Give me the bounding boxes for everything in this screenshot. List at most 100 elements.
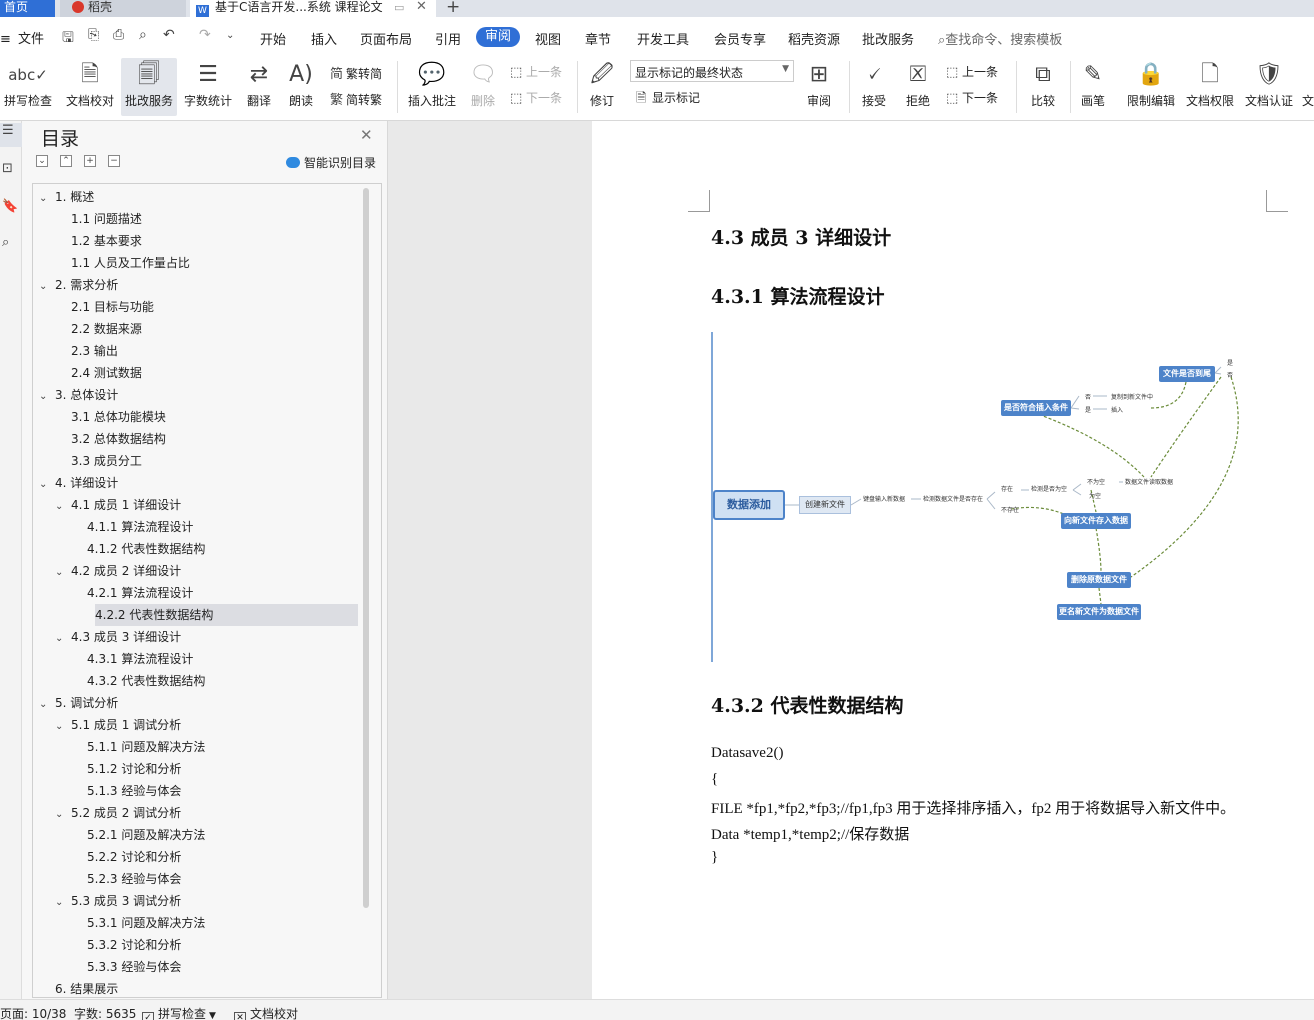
bookmark-icon[interactable]: 🔖 [0,199,22,223]
toc-item[interactable]: 5.1.1 问题及解决方法 [71,736,358,758]
trad-to-simp-button[interactable]: 简繁转简 [330,63,382,82]
tab-correction[interactable]: 批改服务 [862,29,914,48]
doc-proofread-status[interactable]: ✕ 文档校对 [234,1005,298,1020]
toc-item[interactable]: 1.2 基本要求 [55,230,358,252]
doc-certification-button[interactable]: 🛡 文档认证 [1242,58,1296,116]
tab-developer[interactable]: 开发工具 [637,29,689,48]
find-icon[interactable]: ⌕ [0,235,22,259]
chevron-down-icon[interactable]: ⌄ [55,804,71,826]
toc-item[interactable]: ⌄ 4.1 成员 1 详细设计 [55,494,358,516]
accept-button[interactable]: 🗸 接受 [856,58,892,116]
expand-all-icon[interactable]: ⌄ [36,155,48,167]
doc-permissions-button[interactable]: 🗋 文档权限 [1184,58,1236,116]
delete-comment-button[interactable]: 🗨 删除 [464,58,502,116]
tab-references[interactable]: 引用 [435,29,461,48]
toc-item[interactable]: 3.1 总体功能模块 [55,406,358,428]
toc-item[interactable]: ⌄ 5.2 成员 2 调试分析 [55,802,358,824]
page-indicator[interactable]: 页面: 10/38 [0,1005,66,1020]
chevron-down-icon[interactable]: ⌄ [55,628,71,650]
toc-item[interactable]: 3.2 总体数据结构 [55,428,358,450]
toc-item[interactable]: 4.3.1 算法流程设计 [71,648,358,670]
read-aloud-button[interactable]: A) 朗读 [284,58,318,116]
command-search[interactable]: ⌕查找命令、搜索模板 [938,29,1062,48]
chevron-down-icon[interactable]: ⌄ [39,188,55,210]
compare-button[interactable]: ⧉ 比较 [1024,58,1062,116]
toc-item[interactable]: 5.3.2 讨论和分析 [71,934,358,956]
next-change-button[interactable]: ⬚ 下一条 [946,89,998,106]
toc-item[interactable]: 5.2.2 讨论和分析 [71,846,358,868]
chevron-down-icon[interactable]: ⌄ [39,386,55,408]
restrict-editing-button[interactable]: 🔒 限制编辑 [1124,58,1178,116]
tab-member[interactable]: 会员专享 [714,29,766,48]
simp-to-trad-button[interactable]: 繁简转繁 [330,89,382,108]
toc-item[interactable]: ⌄ 5. 调试分析 [39,692,358,714]
tab-document[interactable]: W 基于C语言开发...系统 课程论文 ▭ ✕ [190,0,436,17]
toc-item[interactable]: 2.2 数据来源 [55,318,358,340]
toc-item[interactable]: ⌄ 3. 总体设计 [39,384,358,406]
chevron-down-icon[interactable]: ⌄ [55,496,71,518]
tab-insert[interactable]: 插入 [311,29,337,48]
toc-item[interactable]: 5.1.3 经验与体会 [71,780,358,802]
toc-item[interactable]: 1.1 人员及工作量占比 [55,252,358,274]
toc-item[interactable]: ⌄ 2. 需求分析 [39,274,358,296]
print-preview-icon[interactable]: ⌕ [139,27,147,43]
spell-check-status[interactable]: ✓ 拼写检查 ▼ [142,1005,216,1020]
doc-proofread-button[interactable]: 🗎 文档校对 [64,58,116,116]
smart-toc-button[interactable]: 智能识别目录 [286,154,376,171]
toc-item[interactable]: 2.4 测试数据 [55,362,358,384]
toc-item[interactable]: 4.1.1 算法流程设计 [71,516,358,538]
toc-item[interactable]: 4.1.2 代表性数据结构 [71,538,358,560]
redo-icon[interactable]: ↷ [199,27,211,43]
toc-item[interactable]: ⌄ 4.2 成员 2 详细设计 [55,560,358,582]
show-markup-button[interactable]: 🗎 显示标记 [636,89,700,111]
pin-icon[interactable]: ▭ [394,1,404,15]
pen-button[interactable]: ✎ 画笔 [1077,58,1109,116]
remove-heading-icon[interactable]: − [108,155,120,167]
toc-item[interactable]: 4.2.1 算法流程设计 [71,582,358,604]
toc-item[interactable]: 1.1 问题描述 [55,208,358,230]
toc-item[interactable]: 3.3 成员分工 [55,450,358,472]
outline-icon[interactable]: ⊡ [0,161,22,185]
prev-comment-button[interactable]: ⬚ 上一条 [510,63,562,80]
chevron-down-icon[interactable]: ⌄ [55,562,71,584]
insert-comment-button[interactable]: 💬 插入批注 [404,58,460,116]
prev-change-button[interactable]: ⬚ 上一条 [946,63,998,80]
save-icon[interactable]: 🖫 [62,27,74,51]
reject-button[interactable]: 🗵 拒绝 [900,58,936,116]
tab-daoke-resources[interactable]: 稻壳资源 [788,29,840,48]
more-ribbon-button[interactable]: 文 [1302,58,1314,116]
chevron-down-icon[interactable]: ⌄ [39,474,55,496]
toc-item[interactable]: 5.2.3 经验与体会 [71,868,358,890]
add-heading-icon[interactable]: + [84,155,96,167]
toc-item[interactable]: 5.3.3 经验与体会 [71,956,358,978]
toc-item[interactable]: 5.1.2 讨论和分析 [71,758,358,780]
undo-icon[interactable]: ↶ [163,27,175,43]
toc-item[interactable]: 4.3.2 代表性数据结构 [71,670,358,692]
quick-access-dropdown-icon[interactable]: ⌄ [226,30,234,41]
track-changes-button[interactable]: 🖉 修订 [584,58,620,116]
word-count-status[interactable]: 字数: 5635 [74,1005,136,1020]
tab-page-layout[interactable]: 页面布局 [360,29,412,48]
toc-item[interactable]: ⌄ 4. 详细设计 [39,472,358,494]
translate-button[interactable]: ⇄ 翻译 [240,58,278,116]
next-comment-button[interactable]: ⬚ 下一条 [510,89,562,106]
print-icon[interactable]: ⎙ [113,27,124,43]
toc-scrollbar[interactable] [363,188,369,908]
tab-review[interactable]: 审阅 [476,27,521,47]
tab-home[interactable]: 首页 [0,0,55,17]
toc-item[interactable]: 2.1 目标与功能 [55,296,358,318]
tab-view[interactable]: 视图 [535,29,561,48]
chevron-down-icon[interactable]: ⌄ [39,276,55,298]
new-tab-icon[interactable]: + [446,0,460,17]
toc-item[interactable]: 2.3 输出 [55,340,358,362]
tab-daoke[interactable]: 稻壳 [60,0,186,17]
spell-check-button[interactable]: abc✓ 拼写检查 [0,58,56,116]
toc-item[interactable]: 5.2.1 问题及解决方法 [71,824,358,846]
export-pdf-icon[interactable]: ⎘ [88,27,99,43]
markup-mode-select[interactable]: 显示标记的最终状态 ▼ [630,60,794,82]
toc-item[interactable]: ⌄ 5.3 成员 3 调试分析 [55,890,358,912]
toc-item[interactable]: 4.2.2 代表性数据结构 [95,604,358,626]
toc-item[interactable]: ⌄ 4.3 成员 3 详细设计 [55,626,358,648]
collapse-all-icon[interactable]: ⌃ [60,155,72,167]
close-tab-icon[interactable]: ✕ [416,0,427,14]
